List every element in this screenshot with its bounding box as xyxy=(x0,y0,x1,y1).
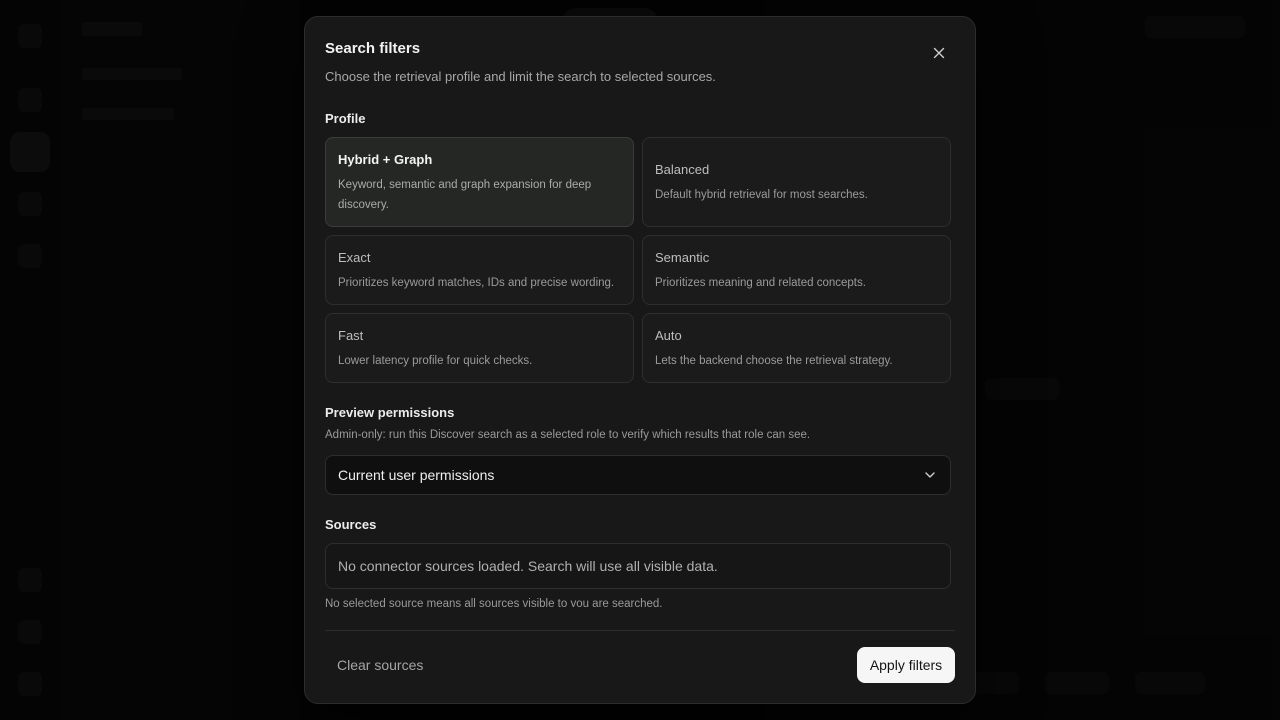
profile-option-auto[interactable]: Auto Lets the backend choose the retriev… xyxy=(642,313,951,383)
clear-sources-button[interactable]: Clear sources xyxy=(325,647,435,683)
permissions-select[interactable]: Current user permissions xyxy=(325,455,951,495)
profile-option-title: Auto xyxy=(655,328,682,343)
profile-option-description: Default hybrid retrieval for most search… xyxy=(655,189,868,201)
sources-hint-clip: No selected source means all sources vis… xyxy=(325,597,951,607)
profile-option-balanced[interactable]: Balanced Default hybrid retrieval for mo… xyxy=(642,137,951,227)
sources-hint: No selected source means all sources vis… xyxy=(325,598,663,607)
profile-option-description: Lower latency profile for quick checks. xyxy=(338,355,533,367)
profile-option-title: Semantic xyxy=(655,250,710,265)
profile-option-title: Balanced xyxy=(655,162,710,177)
preview-permissions-label: Preview permissions xyxy=(325,405,455,420)
close-icon xyxy=(933,47,945,59)
profile-option-title: Exact xyxy=(338,250,371,265)
profile-section-label: Profile xyxy=(325,111,366,126)
close-button[interactable] xyxy=(929,43,949,63)
apply-filters-button[interactable]: Apply filters xyxy=(857,647,955,683)
preview-permissions-hint: Admin-only: run this Discover search as … xyxy=(325,429,811,441)
profile-option-description: Prioritizes meaning and related concepts… xyxy=(655,277,866,289)
sources-section-label: Sources xyxy=(325,517,377,532)
profile-option-fast[interactable]: Fast Lower latency profile for quick che… xyxy=(325,313,634,383)
profile-option-description: Keyword, semantic and graph expansion fo… xyxy=(338,179,592,211)
profile-option-title: Hybrid + Graph xyxy=(338,152,433,167)
profile-option-description: Lets the backend choose the retrieval st… xyxy=(655,355,893,367)
profile-option-exact[interactable]: Exact Prioritizes keyword matches, IDs a… xyxy=(325,235,634,305)
profile-option-hybrid-graph[interactable]: Hybrid + Graph Keyword, semantic and gra… xyxy=(325,137,634,227)
profile-option-semantic[interactable]: Semantic Prioritizes meaning and related… xyxy=(642,235,951,305)
sources-empty-message: No connector sources loaded. Search will… xyxy=(338,558,718,574)
sources-empty-state: No connector sources loaded. Search will… xyxy=(325,543,951,589)
permissions-select-value: Current user permissions xyxy=(338,467,495,483)
dialog-title: Search filters xyxy=(325,40,421,57)
profile-option-title: Fast xyxy=(338,328,364,343)
chevron-down-icon xyxy=(925,472,935,478)
footer-divider xyxy=(325,630,955,631)
profile-option-description: Prioritizes keyword matches, IDs and pre… xyxy=(338,277,615,289)
dialog-subtitle: Choose the retrieval profile and limit t… xyxy=(325,69,716,84)
search-filters-dialog: Search filters Choose the retrieval prof… xyxy=(304,16,976,704)
